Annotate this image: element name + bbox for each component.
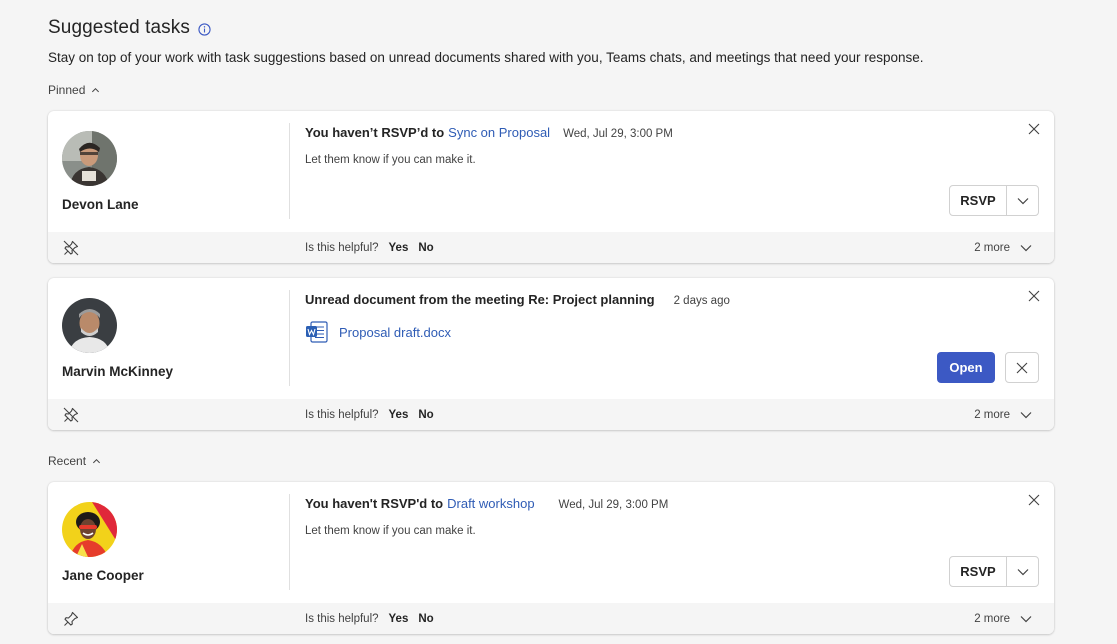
task-card: Marvin McKinney Unread document from the… — [48, 278, 1054, 430]
yes-button[interactable]: Yes — [389, 242, 409, 254]
rsvp-dropdown-button[interactable] — [1007, 186, 1038, 215]
meeting-link[interactable]: Sync on Proposal — [448, 125, 550, 140]
task-card: Jane Cooper You haven't RSVP'd to Draft … — [48, 482, 1054, 634]
card-footer: Is this helpful? Yes No 2 more — [48, 603, 1054, 634]
task-description: Let them know if you can make it. — [305, 154, 476, 166]
section-pinned-label: Pinned — [48, 83, 86, 97]
card-footer: Is this helpful? Yes No 2 more — [48, 399, 1054, 430]
divider — [289, 123, 290, 219]
unpin-icon[interactable] — [62, 239, 80, 257]
chevron-up-icon — [92, 87, 100, 92]
no-button[interactable]: No — [418, 613, 433, 625]
close-icon — [1016, 362, 1028, 373]
section-recent-label: Recent — [48, 454, 87, 468]
person-name: Devon Lane — [62, 197, 139, 212]
helpful-question: Is this helpful? — [305, 612, 379, 625]
task-title: You haven't RSVP'd to — [305, 496, 444, 511]
page-title: Suggested tasks — [48, 17, 190, 38]
task-time: 2 days ago — [673, 295, 730, 307]
task-time: Wed, Jul 29, 3:00 PM — [558, 499, 669, 511]
avatar — [62, 298, 117, 353]
more-button[interactable]: 2 more — [974, 613, 1032, 625]
yes-button[interactable]: Yes — [389, 613, 409, 625]
task-title: You haven’t RSVP’d to — [305, 125, 445, 140]
section-recent-toggle[interactable]: Recent — [48, 454, 101, 468]
meeting-link[interactable]: Draft workshop — [447, 496, 534, 511]
chevron-down-icon — [1017, 197, 1028, 204]
task-description: Let them know if you can make it. — [305, 525, 476, 537]
helpful-question: Is this helpful? — [305, 408, 379, 421]
person-name: Marvin McKinney — [62, 364, 174, 379]
word-doc-icon — [306, 321, 328, 343]
close-icon — [1028, 123, 1040, 135]
more-label: 2 more — [974, 408, 1010, 421]
task-content: You haven't RSVP'd to Draft workshop Wed… — [305, 496, 994, 537]
chevron-down-icon — [1017, 568, 1028, 575]
rsvp-split-button: RSVP — [949, 185, 1039, 216]
task-content: Unread document from the meeting Re: Pro… — [305, 292, 994, 343]
info-icon[interactable] — [198, 23, 211, 36]
person-block: Jane Cooper — [62, 502, 272, 583]
helpful-feedback: Is this helpful? Yes No — [305, 613, 434, 625]
person-name: Jane Cooper — [62, 568, 144, 583]
chevron-down-icon — [1020, 615, 1032, 622]
rsvp-button[interactable]: RSVP — [950, 557, 1007, 586]
person-block: Devon Lane — [62, 131, 272, 212]
helpful-feedback: Is this helpful? Yes No — [305, 242, 434, 254]
close-button[interactable] — [1026, 492, 1042, 508]
page-subtitle: Stay on top of your work with task sugge… — [48, 50, 924, 65]
helpful-question: Is this helpful? — [305, 241, 379, 254]
document-link[interactable]: Proposal draft.docx — [305, 321, 994, 343]
close-button[interactable] — [1026, 288, 1042, 304]
yes-button[interactable]: Yes — [389, 409, 409, 421]
page-header: Suggested tasks — [48, 16, 211, 40]
divider — [289, 494, 290, 590]
chevron-down-icon — [1020, 244, 1032, 251]
task-title: Unread document from the meeting Re: Pro… — [305, 292, 655, 307]
more-button[interactable]: 2 more — [974, 409, 1032, 421]
task-content: You haven’t RSVP’d to Sync on Proposal W… — [305, 125, 994, 166]
close-icon — [1028, 290, 1040, 302]
avatar — [62, 131, 117, 186]
close-button[interactable] — [1026, 121, 1042, 137]
no-button[interactable]: No — [418, 409, 433, 421]
chevron-down-icon — [1020, 411, 1032, 418]
person-block: Marvin McKinney — [62, 298, 272, 379]
no-button[interactable]: No — [418, 242, 433, 254]
rsvp-button[interactable]: RSVP — [950, 186, 1007, 215]
open-button[interactable]: Open — [937, 352, 995, 383]
rsvp-split-button: RSVP — [949, 556, 1039, 587]
more-button[interactable]: 2 more — [974, 242, 1032, 254]
more-label: 2 more — [974, 241, 1010, 254]
pin-icon[interactable] — [62, 610, 80, 628]
task-time: Wed, Jul 29, 3:00 PM — [563, 128, 673, 140]
document-name: Proposal draft.docx — [339, 324, 452, 340]
avatar — [62, 502, 117, 557]
unpin-icon[interactable] — [62, 406, 80, 424]
task-card: Devon Lane You haven’t RSVP’d to Sync on… — [48, 111, 1054, 263]
helpful-feedback: Is this helpful? Yes No — [305, 409, 434, 421]
section-pinned-toggle[interactable]: Pinned — [48, 83, 100, 97]
divider — [289, 290, 290, 386]
close-icon — [1028, 494, 1040, 506]
more-label: 2 more — [974, 612, 1010, 625]
dismiss-button[interactable] — [1005, 352, 1039, 383]
rsvp-dropdown-button[interactable] — [1007, 557, 1038, 586]
card-footer: Is this helpful? Yes No 2 more — [48, 232, 1054, 263]
chevron-up-icon — [93, 458, 101, 463]
